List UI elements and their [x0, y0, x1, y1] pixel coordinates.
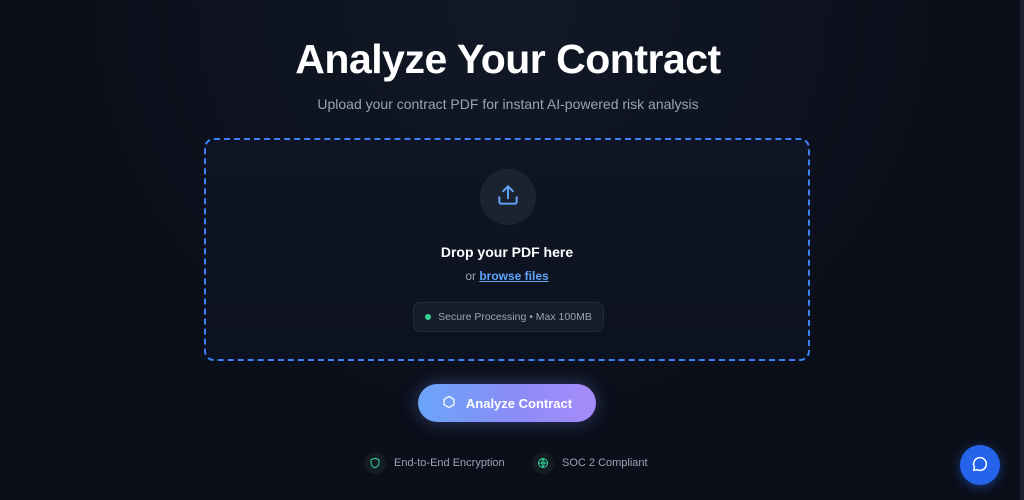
globe-icon — [532, 452, 554, 474]
chat-bubble-icon — [971, 455, 989, 476]
soc2-label: SOC 2 Compliant — [562, 457, 648, 469]
pdf-dropzone[interactable]: Drop your PDF here or browse files Secur… — [204, 138, 810, 361]
analyze-contract-label: Analyze Contract — [465, 395, 573, 411]
drop-subtext: or browse files — [206, 269, 808, 283]
analyze-contract-button[interactable]: Analyze Contract — [418, 384, 596, 422]
or-text: or — [465, 269, 476, 283]
chat-button[interactable] — [960, 445, 1000, 485]
upload-icon — [495, 182, 521, 213]
browse-files-link[interactable]: browse files — [479, 269, 548, 283]
page: Analyze Your Contract Upload your contra… — [0, 0, 1024, 500]
status-dot-icon — [425, 314, 432, 320]
encryption-label: End-to-End Encryption — [394, 457, 505, 469]
secure-processing-badge: Secure Processing • Max 100MB — [413, 302, 604, 332]
soc2-badge: SOC 2 Compliant — [532, 452, 648, 474]
encryption-badge: End-to-End Encryption — [364, 452, 505, 474]
upload-button[interactable] — [480, 169, 536, 225]
hexagon-icon — [442, 395, 456, 412]
page-scrollbar[interactable] — [1020, 0, 1024, 500]
drop-title: Drop your PDF here — [440, 244, 574, 260]
shield-icon — [364, 452, 386, 474]
page-subtitle: Upload your contract PDF for instant AI-… — [317, 96, 699, 112]
secure-processing-label: Secure Processing • Max 100MB — [438, 311, 592, 323]
page-title: Analyze Your Contract — [295, 36, 721, 82]
